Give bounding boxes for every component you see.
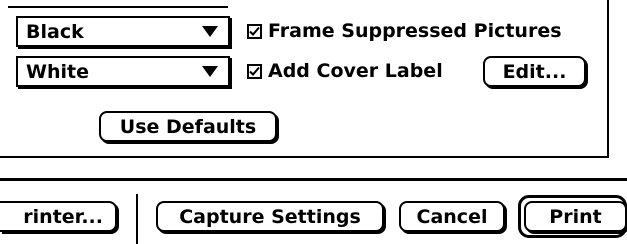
cancel-button[interactable]: Cancel bbox=[399, 201, 505, 232]
background-color-popup[interactable]: White bbox=[16, 56, 230, 87]
add-cover-label-option[interactable]: Add Cover Label bbox=[247, 57, 443, 85]
footer-separator bbox=[0, 178, 627, 181]
add-cover-label-label: Add Cover Label bbox=[268, 60, 443, 82]
print-button[interactable]: Print bbox=[524, 201, 627, 232]
panel-top-rule bbox=[8, 6, 228, 8]
frame-suppressed-pictures-option[interactable]: Frame Suppressed Pictures bbox=[247, 17, 562, 45]
dropdown-arrow-icon bbox=[202, 66, 218, 77]
background-color-value: White bbox=[26, 60, 89, 83]
dropdown-arrow-icon bbox=[202, 26, 218, 37]
checkmark-icon bbox=[249, 26, 260, 36]
edit-button[interactable]: Edit... bbox=[483, 56, 586, 87]
use-defaults-button[interactable]: Use Defaults bbox=[99, 111, 277, 142]
frame-color-value: Black bbox=[26, 20, 84, 43]
checkmark-icon bbox=[249, 66, 260, 76]
add-cover-label-checkbox[interactable] bbox=[247, 63, 262, 79]
footer-vertical-divider bbox=[136, 194, 138, 244]
frame-color-popup[interactable]: Black bbox=[16, 16, 230, 47]
frame-suppressed-pictures-checkbox[interactable] bbox=[247, 23, 262, 39]
frame-suppressed-pictures-label: Frame Suppressed Pictures bbox=[268, 20, 562, 42]
capture-settings-button[interactable]: Capture Settings bbox=[156, 201, 384, 232]
printer-button[interactable]: rinter... bbox=[0, 201, 117, 232]
